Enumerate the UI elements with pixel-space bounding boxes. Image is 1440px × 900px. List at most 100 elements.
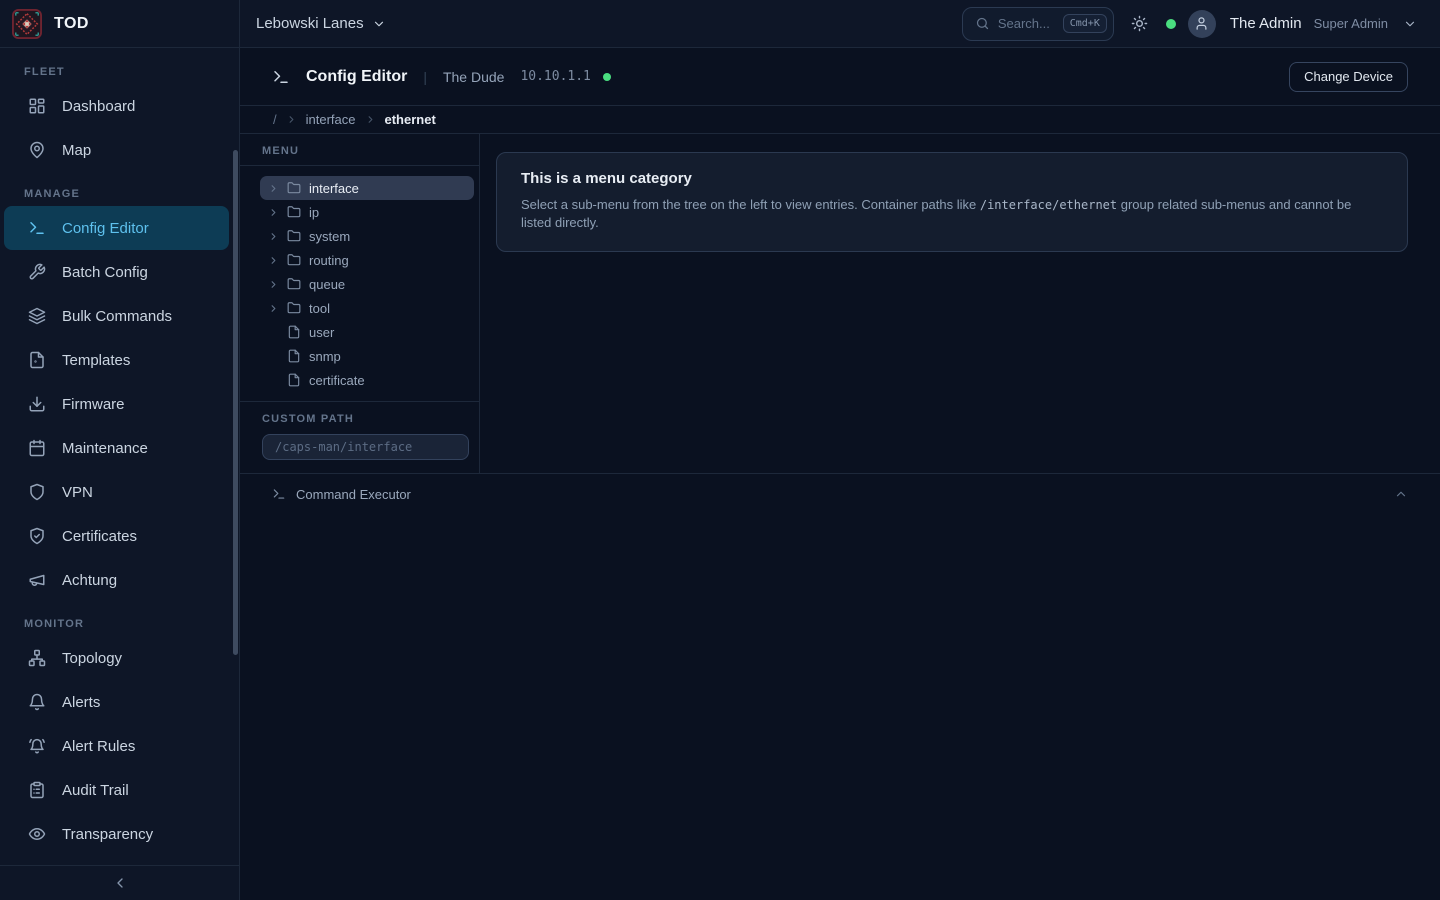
folder-icon — [287, 277, 301, 291]
tree-item-user[interactable]: user — [260, 320, 474, 344]
sidebar-item-certificates[interactable]: Certificates — [4, 514, 229, 558]
chevron-right-icon[interactable] — [267, 230, 279, 242]
tree-item-label: user — [309, 325, 334, 340]
sidebar-item-label: Topology — [62, 650, 122, 667]
command-executor-label: Command Executor — [296, 487, 411, 502]
command-executor-toggle[interactable]: Command Executor — [240, 474, 1440, 514]
sidebar-item-label: Certificates — [62, 528, 137, 545]
shield-check-icon — [28, 527, 46, 545]
breadcrumb-item-interface[interactable]: interface — [306, 112, 356, 127]
content-fill — [240, 514, 1440, 900]
tree-indent-spacer — [267, 374, 279, 386]
menu-panel: MENU interface ip — [240, 134, 480, 473]
tree-item-tool[interactable]: tool — [260, 296, 474, 320]
custom-path-label: CUSTOM PATH — [262, 413, 469, 425]
tree-item-label: tool — [309, 301, 330, 316]
sidebar-item-label: Config Editor — [62, 220, 149, 237]
file-icon — [287, 373, 301, 387]
breadcrumb-root[interactable]: / — [273, 112, 277, 127]
sidebar-item-achtung[interactable]: Achtung — [4, 558, 229, 602]
search-input[interactable]: Search... Cmd+K — [962, 7, 1114, 41]
sidebar-item-bulk-commands[interactable]: Bulk Commands — [4, 294, 229, 338]
bell-icon — [28, 693, 46, 711]
tree-item-snmp[interactable]: snmp — [260, 344, 474, 368]
connection-status-dot — [1166, 19, 1176, 29]
file-icon — [287, 349, 301, 363]
org-name: Lebowski Lanes — [256, 15, 364, 32]
chevron-down-icon — [372, 17, 386, 31]
sidebar-item-label: Dashboard — [62, 98, 135, 115]
org-switcher[interactable]: Lebowski Lanes — [256, 15, 386, 32]
layers-icon — [28, 307, 46, 325]
page-header: Config Editor | The Dude 10.10.1.1 Chang… — [240, 48, 1440, 106]
sidebar-item-label: Bulk Commands — [62, 308, 172, 325]
folder-icon — [287, 253, 301, 267]
chevron-right-icon[interactable] — [267, 182, 279, 194]
sidebar-item-dashboard[interactable]: Dashboard — [4, 84, 229, 128]
tree-item-certificate[interactable]: certificate — [260, 368, 474, 392]
theme-toggle-button[interactable] — [1126, 10, 1154, 38]
layout: FLEET Dashboard Map MANAGE Config Editor… — [0, 48, 1440, 900]
tree-indent-spacer — [267, 350, 279, 362]
sidebar-item-firmware[interactable]: Firmware — [4, 382, 229, 426]
sidebar: FLEET Dashboard Map MANAGE Config Editor… — [0, 48, 240, 900]
search-shortcut-badge: Cmd+K — [1063, 14, 1107, 33]
tree-item-interface[interactable]: interface — [260, 176, 474, 200]
chevron-right-icon[interactable] — [267, 302, 279, 314]
search-icon — [975, 16, 990, 31]
user-icon — [1194, 16, 1209, 31]
avatar[interactable] — [1188, 10, 1216, 38]
card-description-text: Select a sub-menu from the tree on the l… — [521, 197, 980, 212]
tree-item-label: queue — [309, 277, 345, 292]
sidebar-item-alert-rules[interactable]: Alert Rules — [4, 724, 229, 768]
sidebar-nav: FLEET Dashboard Map MANAGE Config Editor… — [0, 48, 239, 865]
sidebar-item-map[interactable]: Map — [4, 128, 229, 172]
custom-path-section: CUSTOM PATH — [240, 401, 479, 473]
card-title: This is a menu category — [521, 170, 1383, 187]
app-root: TOD Lebowski Lanes Search... Cmd+K — [0, 0, 1440, 900]
sidebar-item-label: Firmware — [62, 396, 125, 413]
sidebar-section-fleet: FLEET — [0, 62, 239, 84]
tree-item-label: interface — [309, 181, 359, 196]
menu-panel-title: MENU — [240, 134, 479, 166]
custom-path-input[interactable] — [262, 434, 469, 460]
page-title: Config Editor — [306, 68, 407, 86]
sidebar-item-label: Audit Trail — [62, 782, 129, 799]
sidebar-scrollbar[interactable] — [233, 150, 238, 655]
sidebar-item-config-editor[interactable]: Config Editor — [4, 206, 229, 250]
search-placeholder: Search... — [998, 16, 1055, 31]
sidebar-collapse-button[interactable] — [0, 865, 239, 900]
breadcrumb: / interface ethernet — [240, 106, 1440, 134]
chevron-up-icon — [1394, 487, 1408, 501]
change-device-button[interactable]: Change Device — [1289, 62, 1408, 92]
sidebar-item-audit-trail[interactable]: Audit Trail — [4, 768, 229, 812]
wrench-icon — [28, 263, 46, 281]
card-description: Select a sub-menu from the tree on the l… — [521, 196, 1383, 232]
sidebar-item-vpn[interactable]: VPN — [4, 470, 229, 514]
sidebar-item-templates[interactable]: Templates — [4, 338, 229, 382]
sidebar-item-topology[interactable]: Topology — [4, 636, 229, 680]
tod-logo-icon — [12, 9, 42, 39]
tree-item-ip[interactable]: ip — [260, 200, 474, 224]
chevron-right-icon[interactable] — [267, 206, 279, 218]
sidebar-item-batch-config[interactable]: Batch Config — [4, 250, 229, 294]
folder-icon — [287, 229, 301, 243]
sidebar-item-alerts[interactable]: Alerts — [4, 680, 229, 724]
workspace: MENU interface ip — [240, 134, 1440, 474]
sidebar-item-label: VPN — [62, 484, 93, 501]
terminal-icon — [272, 487, 286, 501]
tree-item-label: routing — [309, 253, 349, 268]
chevron-right-icon[interactable] — [267, 278, 279, 290]
tree-item-system[interactable]: system — [260, 224, 474, 248]
header-divider: | — [423, 69, 427, 85]
device-status-dot — [603, 73, 611, 81]
chevron-right-icon[interactable] — [267, 254, 279, 266]
tree-item-routing[interactable]: routing — [260, 248, 474, 272]
sidebar-item-maintenance[interactable]: Maintenance — [4, 426, 229, 470]
sidebar-item-transparency[interactable]: Transparency — [4, 812, 229, 856]
user-menu-button[interactable] — [1400, 10, 1420, 38]
tree-item-queue[interactable]: queue — [260, 272, 474, 296]
sidebar-item-label: Maintenance — [62, 440, 148, 457]
bell-ring-icon — [28, 737, 46, 755]
clipboard-list-icon — [28, 781, 46, 799]
